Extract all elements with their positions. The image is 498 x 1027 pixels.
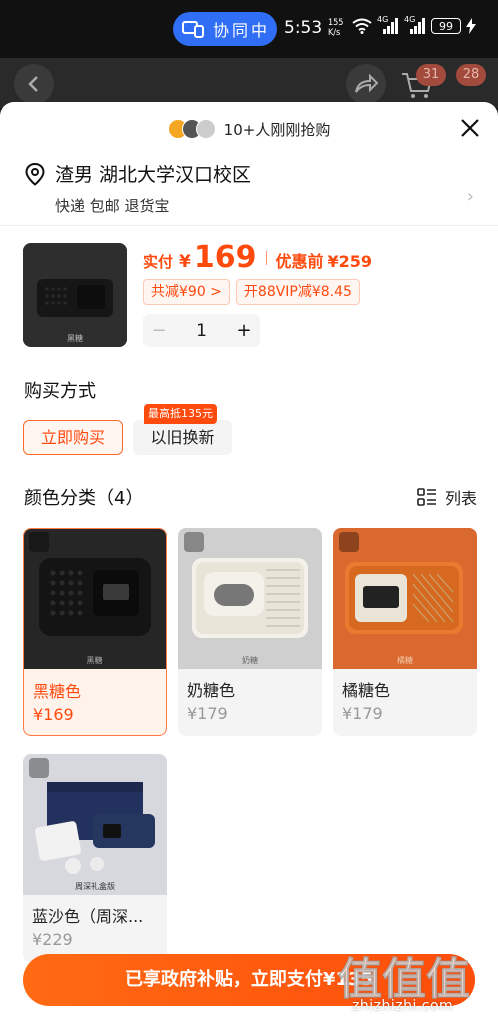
- buyer-avatars: [167, 119, 216, 139]
- chevron-right-icon: ›: [466, 186, 474, 207]
- collaboration-pill[interactable]: 协同中: [173, 12, 277, 46]
- purchase-method-title: 购买方式: [24, 381, 96, 402]
- sku-price: ¥179: [187, 704, 228, 723]
- address-text: 渣男 湖北大学汉口校区: [55, 164, 252, 186]
- status-bar: 协同中 5:53 155 K/s 4G 4G 99: [0, 0, 498, 58]
- watermark-text: zhizhizhi.com: [352, 998, 454, 1014]
- message-count-badge: 28: [456, 64, 486, 86]
- before-discount-price: ¥259: [327, 252, 373, 271]
- sku-name: 奶糖色: [187, 681, 236, 700]
- discount-chips: 共减¥90 > 开88VIP减¥8.45: [143, 279, 360, 305]
- sku-price: ¥169: [33, 705, 74, 724]
- signal-label: 4G: [404, 15, 416, 24]
- expand-icon[interactable]: [29, 758, 49, 778]
- price-value: 169: [193, 240, 257, 275]
- sku-price: ¥179: [342, 704, 383, 723]
- sku-image: 黑糖: [24, 529, 166, 669]
- delivery-services: 快递 包邮 退货宝: [55, 197, 170, 215]
- avatar: [195, 119, 216, 139]
- wifi-icon: [352, 18, 372, 34]
- net-speed-unit: K/s: [328, 28, 341, 38]
- quantity-value[interactable]: 1: [175, 321, 228, 341]
- collaboration-label: 协同中: [213, 21, 271, 40]
- clock: 5:53: [284, 18, 323, 38]
- expand-icon[interactable]: [28, 531, 49, 552]
- devices-icon: [182, 21, 204, 38]
- speaker-image: [23, 243, 127, 347]
- list-view-toggle[interactable]: 列表: [417, 485, 477, 509]
- sku-name: 蓝沙色（周深...: [32, 907, 144, 926]
- sku-card-black[interactable]: 黑糖 黑糖色 ¥169: [23, 528, 167, 736]
- promo-banner: 10+人刚刚抢购: [0, 114, 498, 144]
- sku-image-caption: 橘糖: [397, 656, 413, 665]
- battery-level: 99: [439, 19, 453, 33]
- sku-name: 黑糖色: [33, 682, 82, 701]
- sku-card-blue-gift[interactable]: 周深礼盒版 蓝沙色（周深... ¥229: [23, 754, 167, 962]
- list-label: 列表: [444, 489, 477, 508]
- sku-image-caption: 奶糖: [242, 656, 258, 665]
- sku-image-caption: 周深礼盒版: [75, 882, 115, 891]
- charging-icon: [466, 18, 476, 34]
- price-currency: ¥: [179, 252, 191, 272]
- sku-selector-sheet: 10+人刚刚抢购 渣男 湖北大学汉口校区 快递 包邮 退货宝 › 黑糖 实付 ¥…: [0, 102, 498, 1027]
- close-icon[interactable]: [458, 116, 482, 140]
- sku-image: 周深礼盒版: [23, 754, 167, 895]
- price-separator: [266, 250, 268, 265]
- divider: [0, 225, 498, 226]
- price-label: 实付: [143, 253, 174, 271]
- share-button[interactable]: [346, 64, 386, 104]
- product-thumbnail[interactable]: 黑糖: [23, 243, 127, 347]
- cart-count-badge: 31: [416, 64, 446, 86]
- expand-icon[interactable]: [184, 532, 204, 552]
- page-header: 31 28: [0, 58, 498, 108]
- back-button[interactable]: [14, 64, 54, 104]
- sku-card-orange[interactable]: 橘糖 橘糖色 ¥179: [333, 528, 477, 736]
- quantity-plus-button[interactable]: +: [228, 320, 260, 341]
- location-pin-icon: [25, 162, 45, 186]
- buy-now-option[interactable]: 立即购买: [23, 420, 123, 455]
- total-discount-chip[interactable]: 共减¥90 >: [143, 279, 230, 305]
- color-category-title: 颜色分类（4）: [24, 488, 144, 509]
- sku-image: 奶糖: [178, 528, 322, 669]
- promo-text: 10+人刚刚抢购: [223, 120, 331, 139]
- chevron-left-icon: [28, 76, 38, 92]
- sku-image: 橘糖: [333, 528, 477, 669]
- signal-icon: 4G: [377, 15, 399, 34]
- share-icon: [355, 73, 379, 93]
- thumb-caption: 黑糖: [67, 334, 83, 343]
- sku-image-caption: 黑糖: [86, 655, 103, 665]
- signal-icon: 4G: [404, 15, 426, 34]
- quantity-minus-button[interactable]: −: [143, 320, 175, 341]
- quantity-stepper: − 1 +: [143, 314, 260, 347]
- net-speed-value: 155: [328, 18, 344, 28]
- sku-price: ¥229: [32, 930, 73, 949]
- sku-name: 橘糖色: [342, 681, 391, 700]
- trade-in-option[interactable]: 以旧换新: [133, 420, 232, 455]
- expand-icon[interactable]: [339, 532, 359, 552]
- vip-discount-chip[interactable]: 开88VIP减¥8.45: [235, 279, 360, 305]
- battery-icon: 99: [431, 18, 461, 34]
- before-discount-label: 优惠前: [275, 252, 324, 271]
- net-speed: 155 K/s: [328, 18, 343, 38]
- trade-in-badge: 最高抵135元: [144, 404, 217, 424]
- sku-card-cream[interactable]: 奶糖 奶糖色 ¥179: [178, 528, 322, 736]
- signal-label: 4G: [377, 15, 389, 24]
- price-row: 实付 ¥ 169 优惠前 ¥259: [143, 240, 372, 275]
- list-icon: [417, 488, 436, 506]
- shipping-address[interactable]: 渣男 湖北大学汉口校区 快递 包邮 退货宝 ›: [24, 160, 484, 216]
